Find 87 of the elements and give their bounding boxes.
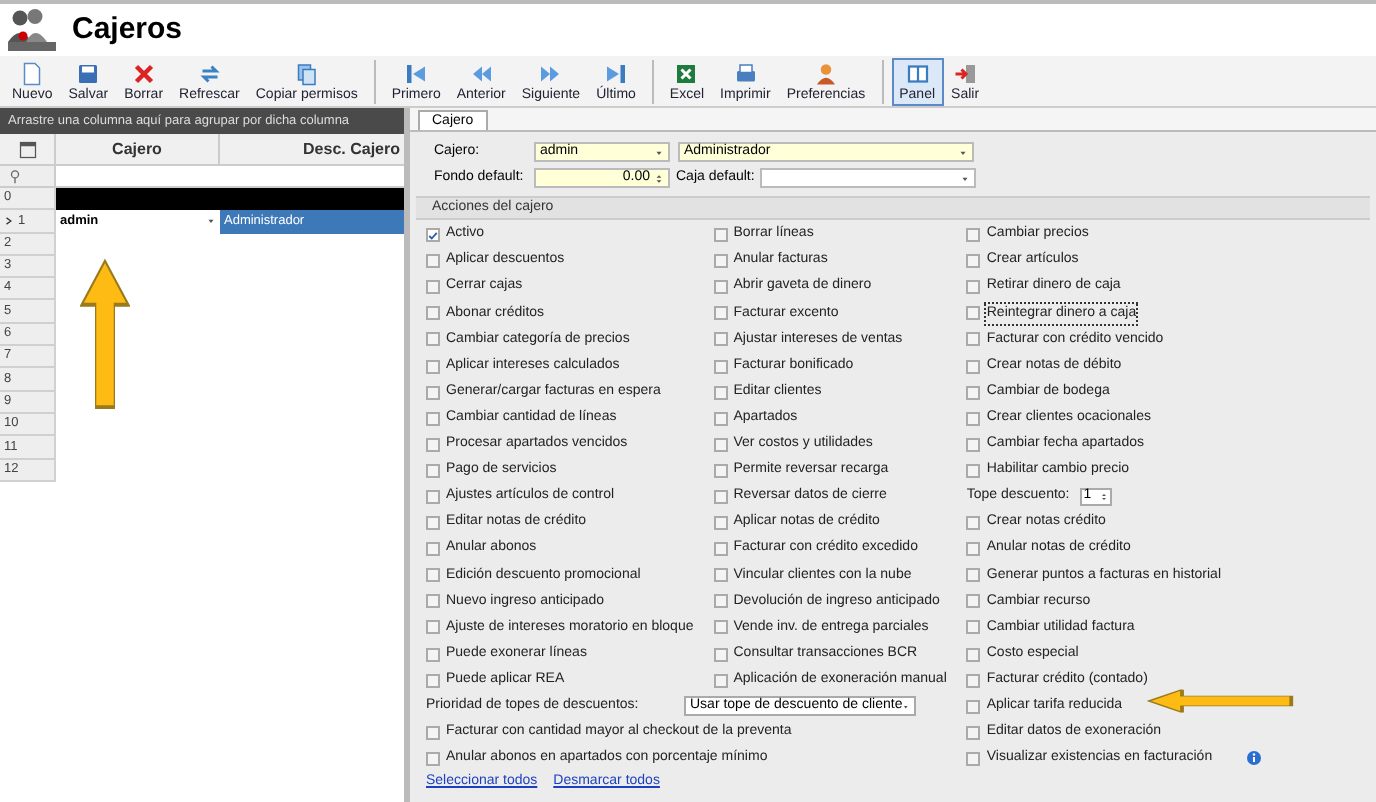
checkbox[interactable] bbox=[966, 673, 981, 688]
person-icon bbox=[813, 62, 838, 86]
exit-icon bbox=[953, 62, 978, 86]
filter-icon[interactable] bbox=[8, 169, 22, 183]
checkbox[interactable] bbox=[426, 280, 440, 295]
checkbox[interactable] bbox=[966, 594, 981, 609]
checkbox[interactable] bbox=[966, 725, 981, 740]
checkbox[interactable] bbox=[713, 280, 728, 295]
document-icon bbox=[20, 62, 45, 86]
current-row-icon bbox=[4, 215, 14, 226]
caret-icon[interactable] bbox=[206, 216, 216, 227]
window-title: Cajeros bbox=[72, 9, 183, 50]
checkbox[interactable] bbox=[713, 673, 728, 688]
checkbox[interactable] bbox=[966, 647, 981, 662]
checkbox[interactable] bbox=[426, 359, 440, 374]
checkbox[interactable] bbox=[713, 463, 728, 478]
checkbox[interactable] bbox=[966, 411, 981, 426]
caret-icon bbox=[958, 147, 968, 157]
checkbox[interactable] bbox=[426, 489, 440, 504]
checkbox[interactable] bbox=[966, 306, 981, 321]
caret-icon bbox=[654, 147, 664, 157]
spinner-icon bbox=[1099, 489, 1108, 504]
checkbox[interactable] bbox=[713, 359, 728, 374]
caret-icon bbox=[960, 173, 971, 183]
checkbox[interactable] bbox=[426, 673, 440, 688]
checkbox[interactable] bbox=[426, 620, 440, 635]
checkbox[interactable] bbox=[426, 568, 440, 583]
column-header[interactable]: Desc. Cajero bbox=[220, 134, 404, 164]
checkbox[interactable] bbox=[966, 359, 981, 374]
column-chooser-icon[interactable] bbox=[17, 139, 37, 159]
checkbox[interactable] bbox=[966, 463, 981, 478]
checkbox[interactable] bbox=[713, 437, 728, 452]
checkbox[interactable] bbox=[426, 751, 440, 766]
info-icon[interactable] bbox=[1246, 750, 1263, 767]
checkbox[interactable] bbox=[426, 385, 440, 400]
checkbox[interactable] bbox=[966, 620, 981, 635]
checkbox[interactable] bbox=[426, 228, 440, 243]
checkbox[interactable] bbox=[966, 280, 981, 295]
delete-icon bbox=[131, 62, 156, 86]
checkbox[interactable] bbox=[713, 228, 728, 243]
checkbox[interactable] bbox=[713, 385, 728, 400]
checkbox[interactable] bbox=[966, 437, 981, 452]
checkbox[interactable] bbox=[966, 254, 981, 269]
checkbox[interactable] bbox=[713, 647, 728, 662]
checkbox[interactable] bbox=[426, 306, 440, 321]
last-icon bbox=[604, 62, 628, 86]
save-icon bbox=[76, 62, 101, 86]
checkbox[interactable] bbox=[426, 516, 440, 531]
checkbox[interactable] bbox=[426, 647, 440, 662]
caja-select[interactable] bbox=[760, 168, 977, 188]
checkbox[interactable] bbox=[426, 725, 440, 740]
checkbox[interactable] bbox=[713, 306, 728, 321]
checkbox[interactable] bbox=[426, 542, 440, 557]
checkbox[interactable] bbox=[426, 463, 440, 478]
refresh-icon bbox=[197, 62, 222, 86]
spinner-icon bbox=[654, 171, 664, 185]
checkbox[interactable] bbox=[426, 332, 440, 347]
checkbox[interactable] bbox=[426, 594, 440, 609]
checkbox[interactable] bbox=[966, 385, 981, 400]
checkbox[interactable] bbox=[426, 254, 440, 269]
checkbox[interactable] bbox=[713, 594, 728, 609]
checkbox[interactable] bbox=[713, 620, 728, 635]
checkbox[interactable] bbox=[426, 411, 440, 426]
checkbox[interactable] bbox=[713, 542, 728, 557]
checkbox[interactable] bbox=[966, 699, 981, 714]
spreadsheet-icon bbox=[674, 62, 699, 86]
column-header[interactable]: Cajero bbox=[56, 134, 220, 164]
checkbox[interactable] bbox=[713, 332, 728, 347]
previous-icon bbox=[469, 62, 494, 86]
print-icon bbox=[733, 62, 758, 86]
checkbox[interactable] bbox=[713, 516, 728, 531]
first-icon bbox=[404, 62, 429, 86]
checkbox[interactable] bbox=[966, 542, 981, 557]
checkbox[interactable] bbox=[966, 751, 981, 766]
copy-icon bbox=[294, 62, 319, 86]
checkbox[interactable] bbox=[713, 254, 728, 269]
checkbox[interactable] bbox=[713, 568, 728, 583]
checkbox[interactable] bbox=[426, 437, 440, 452]
checkbox[interactable] bbox=[966, 516, 981, 531]
checkbox[interactable] bbox=[966, 332, 981, 347]
checkbox[interactable] bbox=[713, 489, 728, 504]
checkbox[interactable] bbox=[966, 228, 981, 243]
checkbox[interactable] bbox=[966, 568, 981, 583]
users-icon bbox=[8, 6, 56, 54]
next-icon bbox=[538, 62, 563, 86]
checkbox[interactable] bbox=[713, 411, 728, 426]
panel-icon bbox=[905, 62, 930, 86]
